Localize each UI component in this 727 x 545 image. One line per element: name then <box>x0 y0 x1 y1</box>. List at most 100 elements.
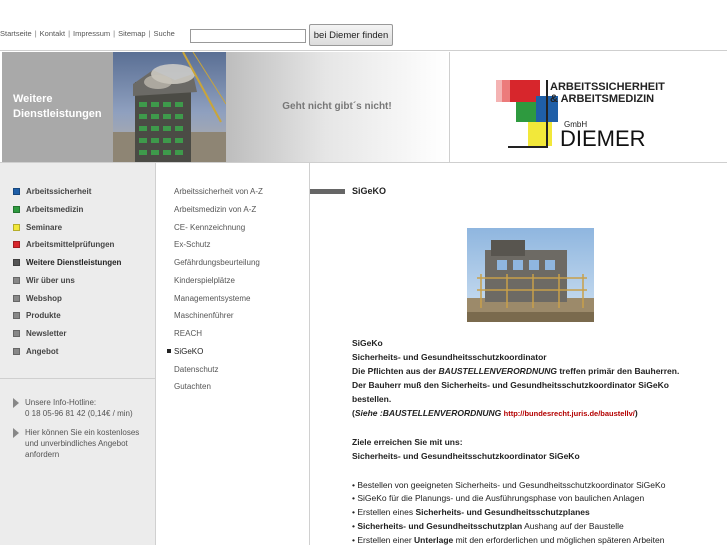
menu-item-label: Arbeitsmedizin <box>26 205 84 214</box>
submenu-item[interactable]: Maschinenführer <box>174 311 234 320</box>
paragraph-owner: Der Bauherr muß den Sicherheits- und Ges… <box>352 380 669 390</box>
nav-separator: | <box>113 29 116 38</box>
menu-item-wir-ueber-uns[interactable]: Wir über uns <box>13 276 75 285</box>
nav-separator: | <box>34 29 37 38</box>
square-marker-icon <box>13 330 20 337</box>
menu-item-label: Wir über uns <box>26 276 75 285</box>
list-item-bold: Unterlage <box>414 535 454 545</box>
nav-separator: | <box>148 29 151 38</box>
arrow-right-icon <box>13 398 19 408</box>
menu-item-webshop[interactable]: Webshop <box>13 294 62 303</box>
nav-link-impressum[interactable]: Impressum <box>73 29 110 38</box>
page-title: SiGeKO <box>352 186 387 196</box>
list-item: • Erstellen einer Unterlage mit den erfo… <box>352 535 664 545</box>
nav-link-kontakt[interactable]: Kontakt <box>40 29 65 38</box>
list-item-text: • Erstellen einer <box>352 535 415 545</box>
menu-item-arbeitsmittelpruefungen[interactable]: Arbeitsmittelprüfungen <box>13 240 114 249</box>
submenu-item[interactable]: Kinderspielplätze <box>174 276 235 285</box>
submenu-item[interactable]: REACH <box>174 329 202 338</box>
list-item-text: Aushang auf der Baustelle <box>522 521 624 531</box>
menu-item-label: Produkte <box>26 311 61 320</box>
list-item: • Sicherheits- und Gesundheitsschutzplan… <box>352 521 624 532</box>
list-item: • Bestellen von geeigneten Sicherheits- … <box>352 480 666 490</box>
submenu-item[interactable]: Arbeitsmedizin von A-Z <box>174 205 256 214</box>
regulation-link[interactable]: http://bundesrecht.juris.de/baustellv/ <box>504 409 635 418</box>
menu-item-label: Weitere Dienstleistungen <box>26 258 122 267</box>
menu-item-label: Seminare <box>26 223 63 232</box>
submenu-item[interactable]: Arbeitssicherheit von A-Z <box>174 187 263 196</box>
menu-item-weitere-dienstleistungen[interactable]: Weitere Dienstleistungen <box>13 258 121 267</box>
section-title-box: Weitere Dienstleistungen <box>2 52 113 162</box>
submenu-item[interactable]: Datenschutz <box>174 365 218 374</box>
hotline-info: Unsere Info-Hotline: 0 18 05-96 81 42 (0… <box>13 397 133 419</box>
square-marker-icon <box>13 295 20 302</box>
nav-link-sitemap[interactable]: Sitemap <box>118 29 146 38</box>
section-title: Weitere Dienstleistungen <box>13 92 102 122</box>
nav-link-startseite[interactable]: Startseite <box>0 29 32 38</box>
paragraph-duty: Die Pflichten aus der BAUSTELLENVERORDNU… <box>352 366 679 377</box>
menu-item-produkte[interactable]: Produkte <box>13 311 61 320</box>
square-marker-icon <box>13 188 20 195</box>
paragraph-order: bestellen. <box>352 394 392 404</box>
search-input[interactable] <box>190 29 306 43</box>
search-button[interactable]: bei Diemer finden <box>309 24 393 46</box>
arrow-right-icon <box>13 428 19 438</box>
submenu-item-active[interactable]: SiGeKO <box>167 347 203 356</box>
paragraph-sigeko: SiGeKo <box>352 338 383 348</box>
square-marker-icon <box>13 312 20 319</box>
menu-item-newsletter[interactable]: Newsletter <box>13 329 66 338</box>
list-item-bold: Sicherheits- und Gesundheitsschutzplan <box>357 521 523 531</box>
demolition-building-photo <box>113 52 226 162</box>
content-divider <box>309 163 310 545</box>
square-marker-icon <box>13 277 20 284</box>
square-marker-icon <box>13 206 20 213</box>
offer-line: und unverbindliches Angebot <box>25 439 128 448</box>
logo-line1: ARBEITSSICHERHEIT <box>550 81 665 93</box>
menu-item-label: Webshop <box>26 294 62 303</box>
submenu-item[interactable]: Gefährdungsbeurteilung <box>174 258 260 267</box>
menu-item-label: Newsletter <box>26 329 67 338</box>
section-title-line1: Weitere <box>13 93 53 105</box>
paragraph-goals-subtitle: Sicherheits- und Gesundheitsschutzkoordi… <box>352 451 580 461</box>
menu-item-arbeitsmedizin[interactable]: Arbeitsmedizin <box>13 205 83 214</box>
section-title-line2: Dienstleistungen <box>13 108 102 120</box>
submenu-item[interactable]: Ex-Schutz <box>174 240 210 249</box>
menu-item-angebot[interactable]: Angebot <box>13 347 58 356</box>
offer-link[interactable]: Hier können Sie ein kostenloses und unve… <box>13 427 139 460</box>
bullet-icon <box>167 349 171 353</box>
hotline-number: 0 18 05-96 81 42 (0,14€ / min) <box>25 409 133 418</box>
nav-link-suche[interactable]: Suche <box>154 29 175 38</box>
square-marker-icon <box>13 348 20 355</box>
list-item: • SiGeKo für die Planungs- und die Ausfü… <box>352 493 645 503</box>
paragraph-see: (Siehe :BAUSTELLENVERORDNUNG http://bund… <box>352 408 638 419</box>
submenu-item[interactable]: CE- Kennzeichnung <box>174 223 245 232</box>
diemer-logo[interactable]: ARBEITSSICHERHEIT & ARBEITSMEDIZIN GmbH … <box>488 74 678 151</box>
menu-item-label: Angebot <box>26 347 59 356</box>
hotline-label: Unsere Info-Hotline: <box>25 398 97 407</box>
construction-site-photo <box>467 228 594 322</box>
menu-item-arbeitssicherheit[interactable]: Arbeitssicherheit <box>13 187 91 196</box>
see-text: ) <box>634 408 638 418</box>
paragraph-goals: Ziele erreichen Sie mit uns: <box>352 437 463 447</box>
offer-line: Hier können Sie ein kostenloses <box>25 428 140 437</box>
menu-item-label: Arbeitssicherheit <box>26 187 92 196</box>
nav-separator: | <box>68 29 71 38</box>
slogan-box: Geht nicht gibt´s nicht! <box>226 52 448 162</box>
submenu-item-label: SiGeKO <box>174 347 204 356</box>
submenu-item[interactable]: Managementsysteme <box>174 294 250 303</box>
info-block <box>0 378 155 379</box>
menu-item-label: Arbeitsmittelprüfungen <box>26 240 115 249</box>
list-item-text: • Erstellen eines <box>352 507 416 517</box>
menu-item-seminare[interactable]: Seminare <box>13 223 62 232</box>
slogan: Geht nicht gibt´s nicht! <box>282 101 392 112</box>
list-item-bold: Sicherheits- und Gesundheitsschutzplanes <box>415 507 590 517</box>
paragraph-full-title: Sicherheits- und Gesundheitsschutzkoordi… <box>352 352 547 362</box>
see-regulation: Siehe :BAUSTELLENVERORDNUNG <box>354 408 502 418</box>
top-navigation: Startseite | Kontakt | Impressum | Sitemap | Suc… <box>0 29 175 38</box>
list-item-text: mit den erforderlichen und möglichen spä… <box>453 535 665 545</box>
title-marker-bar <box>310 189 345 194</box>
submenu-item[interactable]: Gutachten <box>174 382 211 391</box>
square-marker-icon <box>13 241 20 248</box>
duty-text: treffen primär den Bauherren. <box>556 366 680 376</box>
square-marker-icon <box>13 224 20 231</box>
